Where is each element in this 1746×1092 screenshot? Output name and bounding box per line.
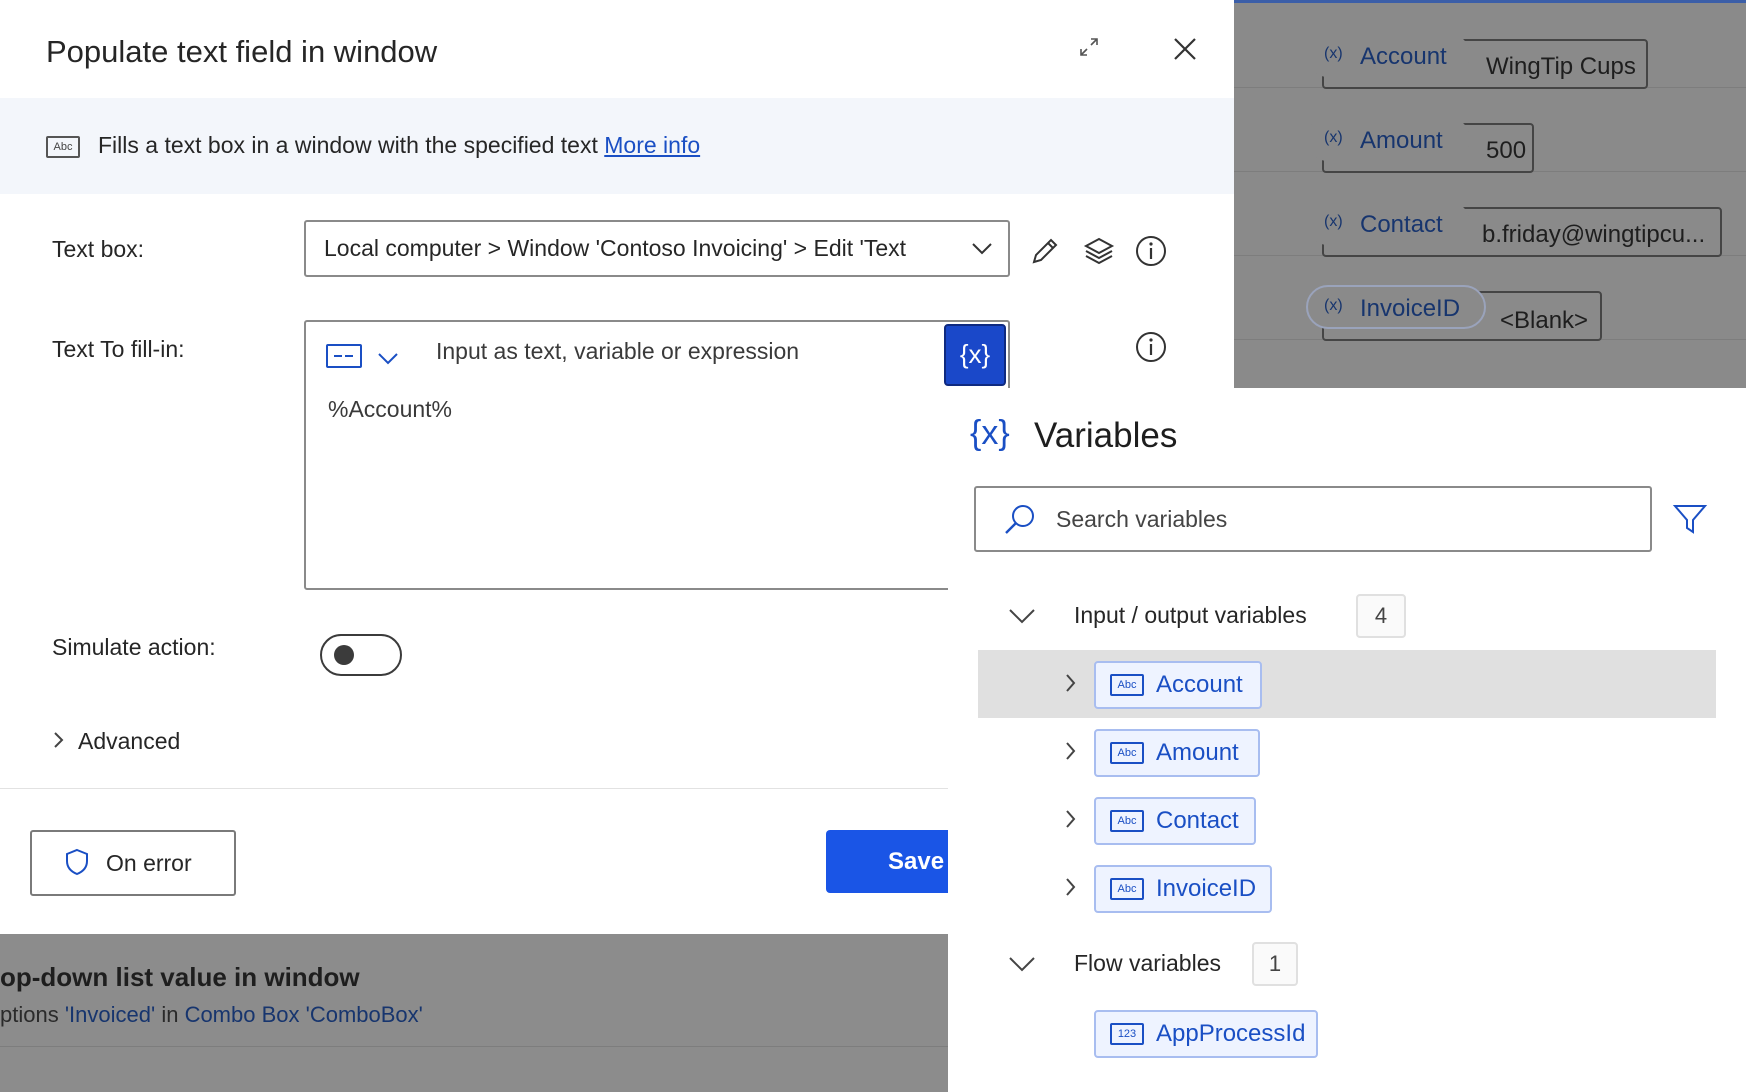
- variable-chip-amount[interactable]: Abc Amount: [1094, 729, 1260, 777]
- variable-chip-appprocessid[interactable]: 123 AppProcessId: [1094, 1010, 1318, 1058]
- text-type-icon: Abc: [1110, 810, 1144, 832]
- chevron-right-icon[interactable]: [1062, 738, 1080, 771]
- group-label-input-output[interactable]: Input / output variables: [1074, 602, 1307, 629]
- save-button[interactable]: Save: [826, 830, 948, 893]
- fill-value: %Account%: [328, 396, 453, 422]
- variable-name: Amount: [1156, 739, 1239, 766]
- mapping-row-account: WingTip Cups (x) Account: [1234, 3, 1746, 89]
- mapping-value: WingTip Cups: [1486, 53, 1636, 80]
- text-type-icon: Abc: [46, 136, 80, 158]
- chevron-down-icon: [970, 236, 994, 260]
- numeric-type-icon: 123: [1110, 1023, 1144, 1045]
- mapping-variable-name: Account: [1360, 43, 1447, 70]
- textbox-label: Text box:: [52, 236, 145, 262]
- variable-mapping-panel: WingTip Cups (x) Account 500 (x) Amount …: [1234, 0, 1746, 391]
- chevron-right-icon[interactable]: [1062, 806, 1080, 839]
- info-icon[interactable]: [1134, 234, 1168, 268]
- group-count-badge: 4: [1356, 594, 1406, 638]
- chevron-down-icon[interactable]: [1006, 602, 1038, 630]
- variable-name: Account: [1156, 671, 1243, 698]
- variables-header-icon: {x}: [970, 414, 1010, 452]
- simulate-label: Simulate action:: [52, 634, 216, 660]
- fill-placeholder: Input as text, variable or expression: [436, 338, 800, 364]
- chevron-right-icon[interactable]: [1062, 874, 1080, 907]
- desc-target: Combo Box 'ComboBox': [184, 1002, 423, 1027]
- banner-text: Fills a text box in a window with the sp…: [98, 132, 598, 158]
- insert-variable-button[interactable]: {x}: [944, 324, 1006, 386]
- pencil-icon[interactable]: [1028, 234, 1062, 268]
- chevron-down-icon[interactable]: [376, 346, 400, 370]
- mapping-row-contact: b.friday@wingtipcu... (x) Contact: [1234, 171, 1746, 257]
- card-divider: [0, 1046, 948, 1047]
- mapping-row-invoiceid: <Blank> (x) InvoiceID: [1234, 255, 1746, 341]
- input-mode-icon[interactable]: [326, 344, 362, 368]
- toggle-knob: [334, 645, 354, 665]
- chevron-right-icon[interactable]: [50, 728, 68, 752]
- background-action-title: op-down list value in window: [0, 962, 360, 992]
- mapping-value: <Blank>: [1500, 307, 1589, 334]
- banner-text-line: Fills a text box in a window with the sp…: [98, 132, 700, 159]
- variable-chip-contact[interactable]: Abc Contact: [1094, 797, 1256, 845]
- variable-chip-invoiceid[interactable]: Abc InvoiceID: [1094, 865, 1272, 913]
- background-action-desc: ptions 'Invoiced' in Combo Box 'ComboBox…: [0, 1002, 423, 1028]
- info-banner: Abc Fills a text box in a window with th…: [0, 98, 1234, 194]
- variable-name: AppProcessId: [1156, 1020, 1306, 1047]
- textbox-value: Local computer > Window 'Contoso Invoici…: [324, 235, 907, 261]
- shield-icon: [64, 848, 90, 876]
- fill-label: Text To fill-in:: [52, 336, 185, 362]
- mapping-variable-name: Contact: [1360, 211, 1443, 238]
- textbox-dropdown[interactable]: Local computer > Window 'Contoso Invoici…: [304, 220, 1010, 277]
- dialog-title: Populate text field in window: [46, 34, 438, 69]
- variable-row-selected[interactable]: [978, 650, 1716, 718]
- advanced-toggle[interactable]: Advanced: [78, 728, 180, 755]
- text-type-icon: Abc: [1110, 878, 1144, 900]
- variable-name: Contact: [1156, 807, 1239, 834]
- chevron-right-icon[interactable]: [1062, 670, 1080, 703]
- variable-x-icon: (x): [1324, 45, 1343, 62]
- search-placeholder: Search variables: [1056, 506, 1228, 532]
- expand-icon[interactable]: [1076, 34, 1102, 60]
- text-type-icon: Abc: [1110, 674, 1144, 696]
- variable-chip-account[interactable]: Abc Account: [1094, 661, 1262, 709]
- background-action-card: op-down list value in window ptions 'Inv…: [0, 934, 948, 1092]
- on-error-button[interactable]: On error: [30, 830, 236, 896]
- mapping-value: b.friday@wingtipcu...: [1482, 221, 1706, 248]
- desc-in: in: [161, 1002, 179, 1027]
- save-label: Save: [888, 848, 945, 875]
- info-icon[interactable]: [1134, 330, 1168, 364]
- fill-textarea[interactable]: Input as text, variable or expression %A…: [304, 320, 1010, 590]
- mapping-variable-name: Amount: [1360, 127, 1443, 154]
- search-variables-input[interactable]: Search variables: [974, 486, 1652, 552]
- search-icon: [1002, 502, 1038, 538]
- variable-x-icon: (x): [1324, 129, 1343, 146]
- layers-icon[interactable]: [1082, 234, 1116, 268]
- filter-icon[interactable]: [1672, 502, 1708, 536]
- more-info-link[interactable]: More info: [604, 132, 700, 158]
- desc-value: 'Invoiced': [64, 1002, 156, 1027]
- simulate-toggle[interactable]: [320, 634, 402, 676]
- variable-x-icon: (x): [1324, 213, 1343, 230]
- variable-x-icon: (x): [1324, 297, 1343, 314]
- mapping-value: 500: [1486, 137, 1527, 164]
- close-icon[interactable]: [1170, 34, 1200, 64]
- mapping-variable-name: InvoiceID: [1360, 295, 1461, 322]
- variables-title: Variables: [1034, 416, 1178, 455]
- footer-divider: [0, 788, 948, 789]
- on-error-label: On error: [106, 850, 192, 876]
- variable-name: InvoiceID: [1156, 875, 1257, 902]
- group-label-flow[interactable]: Flow variables: [1074, 950, 1221, 977]
- desc-prefix: ptions: [0, 1002, 59, 1027]
- group-count-badge: 1: [1252, 942, 1298, 986]
- chevron-down-icon[interactable]: [1006, 950, 1038, 978]
- text-type-icon: Abc: [1110, 742, 1144, 764]
- mapping-row-amount: 500 (x) Amount: [1234, 87, 1746, 173]
